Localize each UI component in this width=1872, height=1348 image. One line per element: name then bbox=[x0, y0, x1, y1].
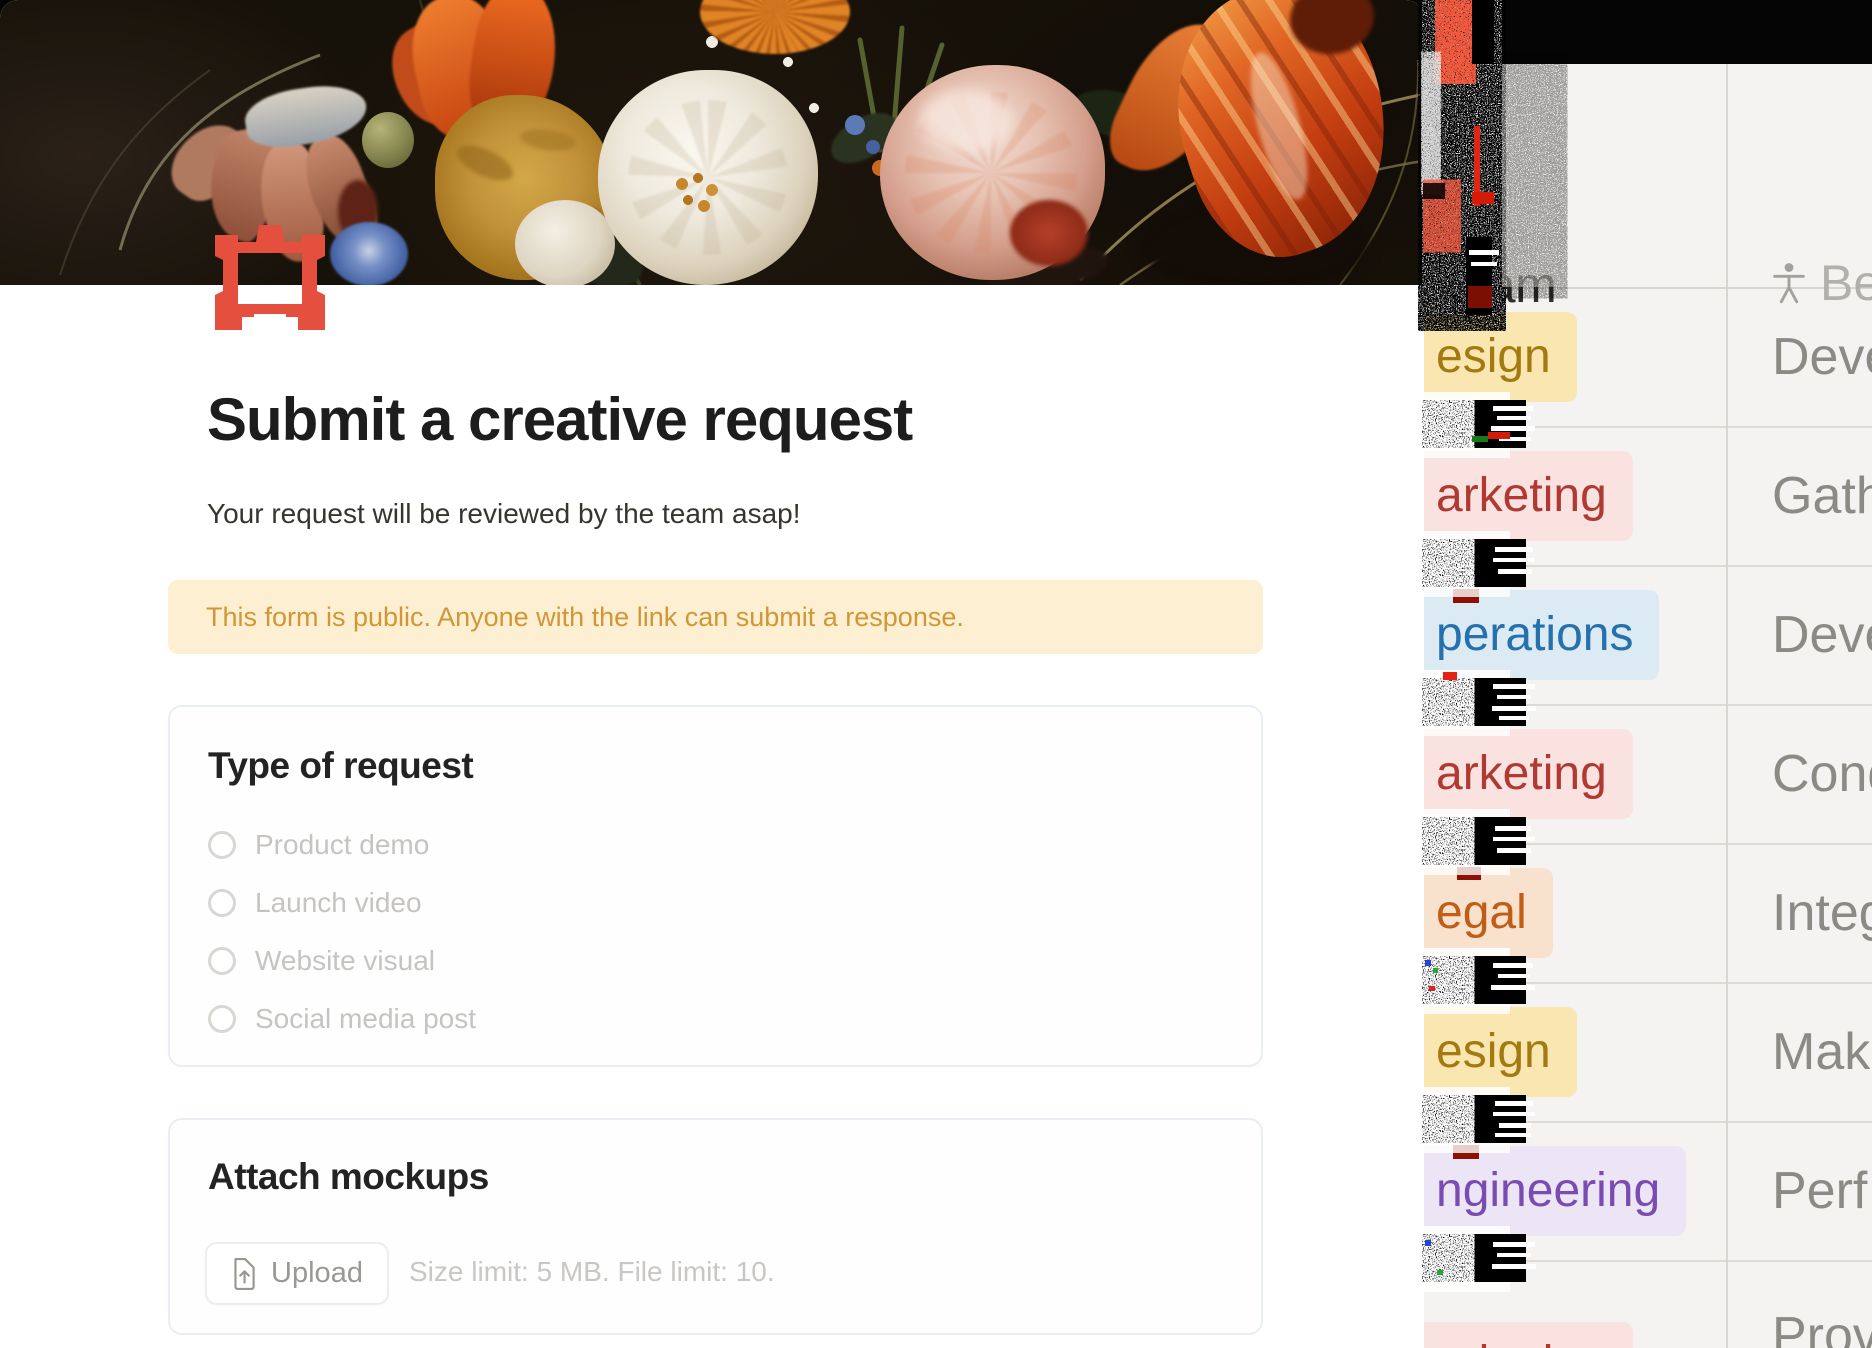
team-cell[interactable]: arketing bbox=[1420, 704, 1726, 843]
table-row[interactable]: ngineering Perf bbox=[1420, 1121, 1872, 1262]
brand-frame-icon bbox=[215, 225, 325, 330]
team-tag: esign bbox=[1422, 1007, 1577, 1097]
radio-option-social-media-post[interactable]: Social media post bbox=[208, 999, 476, 1039]
radio-label: Social media post bbox=[255, 1003, 476, 1035]
table-row[interactable]: egal Integ bbox=[1420, 843, 1872, 984]
banner-text: This form is public. Anyone with the lin… bbox=[206, 602, 964, 633]
value-cell[interactable]: Gath bbox=[1726, 426, 1872, 565]
table-header-row: Team Be bbox=[1420, 64, 1872, 289]
radio-circle[interactable] bbox=[208, 1005, 236, 1033]
column-divider bbox=[1726, 64, 1728, 1348]
upload-hint: Size limit: 5 MB. File limit: 10. bbox=[409, 1256, 775, 1288]
team-tag: perations bbox=[1422, 590, 1659, 680]
value-cell[interactable]: Deve bbox=[1726, 565, 1872, 704]
section-heading: Attach mockups bbox=[208, 1156, 489, 1198]
table-row[interactable]: arketing Gath bbox=[1420, 426, 1872, 567]
public-form-banner: This form is public. Anyone with the lin… bbox=[168, 580, 1263, 654]
page-title: Submit a creative request bbox=[207, 385, 912, 454]
team-cell[interactable]: perations bbox=[1420, 565, 1726, 704]
attach-mockups-section: Attach mockups Upload Size limit: 5 MB. … bbox=[168, 1118, 1263, 1335]
screen: Team Be esign Deve arketing Gath peratio… bbox=[0, 0, 1872, 1348]
team-cell[interactable]: arketing bbox=[1420, 426, 1726, 565]
team-tag: arketing bbox=[1422, 729, 1633, 819]
radio-circle[interactable] bbox=[208, 889, 236, 917]
table-window: Team Be esign Deve arketing Gath peratio… bbox=[1420, 64, 1872, 1348]
type-of-request-section: Type of request Product demo Launch vide… bbox=[168, 705, 1263, 1067]
team-cell[interactable]: esign bbox=[1420, 287, 1726, 426]
radio-label: Product demo bbox=[255, 829, 429, 861]
table-row[interactable]: esign Make bbox=[1420, 982, 1872, 1123]
table-row[interactable]: perations Deve bbox=[1420, 565, 1872, 706]
radio-label: Website visual bbox=[255, 945, 435, 977]
cover-image bbox=[0, 0, 1424, 285]
team-cell[interactable]: esign bbox=[1420, 982, 1726, 1121]
upload-file-icon bbox=[231, 1258, 257, 1290]
team-tag: esign bbox=[1422, 312, 1577, 402]
team-tag: ngineering bbox=[1422, 1146, 1686, 1236]
radio-option-website-visual[interactable]: Website visual bbox=[208, 941, 435, 981]
team-tag: arketing bbox=[1422, 451, 1633, 541]
section-heading: Type of request bbox=[208, 745, 473, 787]
team-tag: arketing bbox=[1422, 1322, 1633, 1348]
team-tag: egal bbox=[1422, 868, 1553, 958]
table-row[interactable]: arketing Cond bbox=[1420, 704, 1872, 845]
table-row[interactable]: arketing Prov bbox=[1420, 1260, 1872, 1348]
value-cell[interactable]: Perf bbox=[1726, 1121, 1872, 1260]
radio-option-product-demo[interactable]: Product demo bbox=[208, 825, 429, 865]
value-cell[interactable]: Make bbox=[1726, 982, 1872, 1121]
radio-circle[interactable] bbox=[208, 947, 236, 975]
value-cell[interactable]: Cond bbox=[1726, 704, 1872, 843]
team-cell[interactable]: ngineering bbox=[1420, 1121, 1726, 1260]
radio-circle[interactable] bbox=[208, 831, 236, 859]
value-cell[interactable]: Integ bbox=[1726, 843, 1872, 982]
team-cell[interactable]: egal bbox=[1420, 843, 1726, 982]
team-cell[interactable]: arketing bbox=[1420, 1260, 1726, 1348]
upload-button[interactable]: Upload bbox=[205, 1242, 389, 1305]
value-cell[interactable]: Prov bbox=[1726, 1260, 1872, 1348]
table-row[interactable]: esign Deve bbox=[1420, 287, 1872, 428]
radio-option-launch-video[interactable]: Launch video bbox=[208, 883, 422, 923]
radio-label: Launch video bbox=[255, 887, 422, 919]
page-subtitle: Your request will be reviewed by the tea… bbox=[207, 498, 801, 530]
upload-label: Upload bbox=[271, 1257, 363, 1290]
form-card: Submit a creative request Your request w… bbox=[0, 0, 1424, 1348]
value-cell[interactable]: Deve bbox=[1726, 287, 1872, 426]
